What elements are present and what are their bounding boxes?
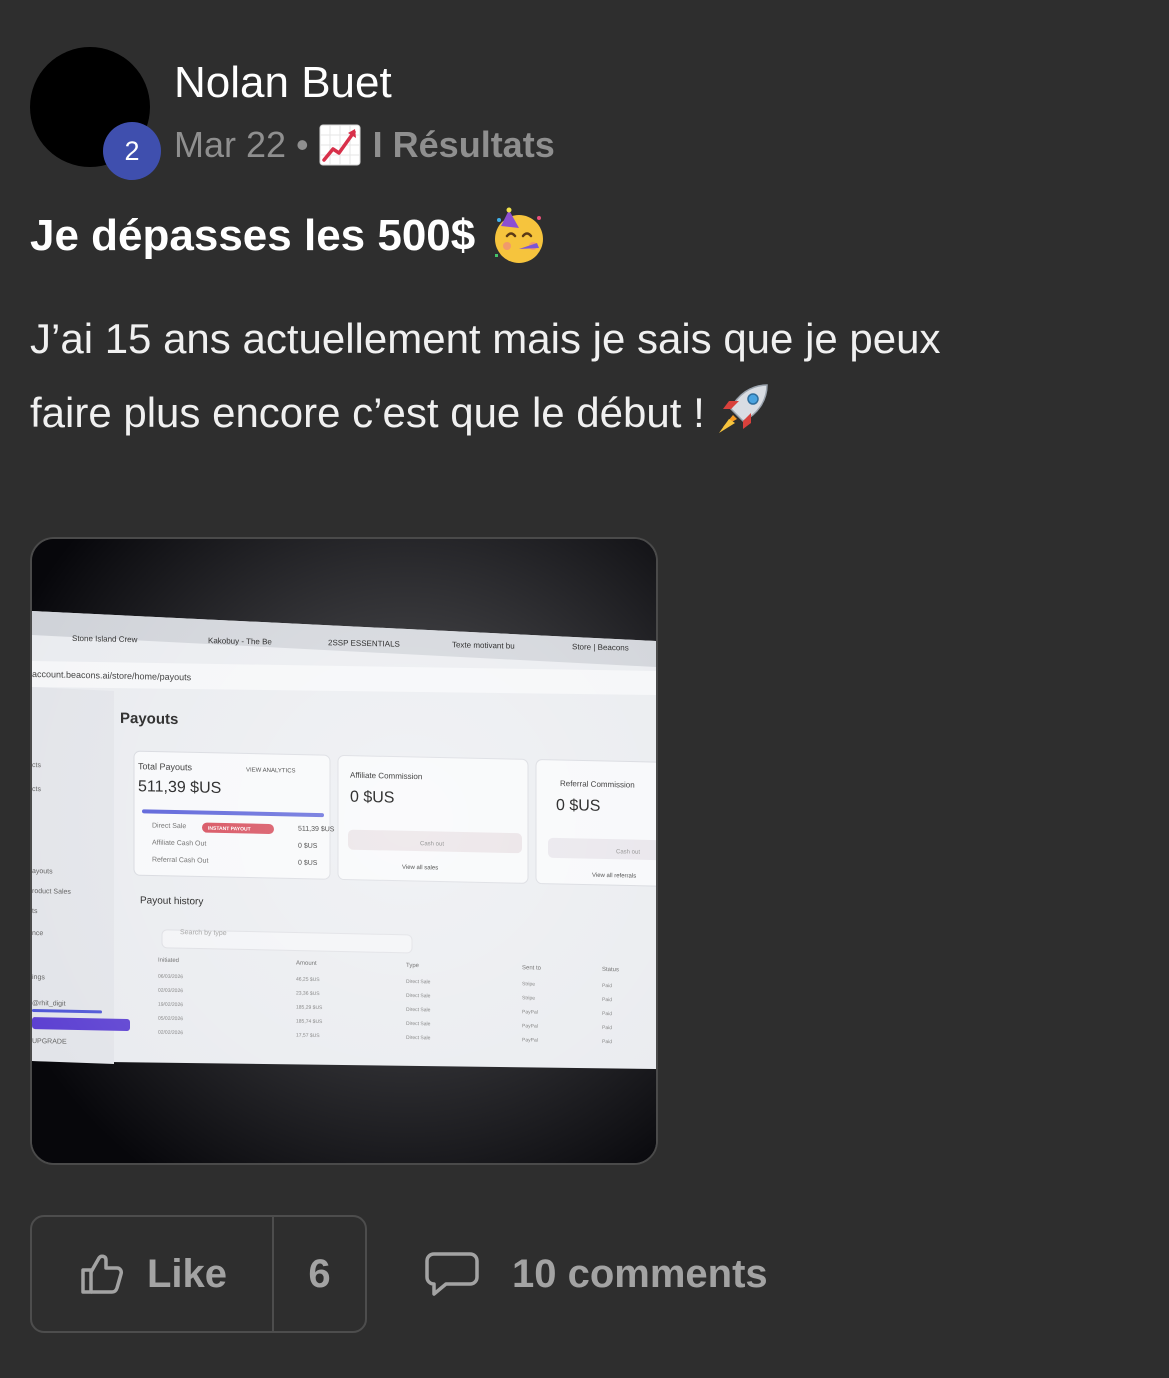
- photo-breakdown-label: Direct Sale: [152, 823, 186, 831]
- screenshot-photo: Stone Island Crew Kakobuy - The Be 2SSP ES…: [32, 539, 656, 1163]
- photo-sidebar-item: nce: [32, 930, 43, 937]
- thumbs-up-icon: [81, 1254, 123, 1294]
- photo-history-column: Initiated: [158, 958, 179, 964]
- photo-breakdown-value: 511,39 $US: [298, 826, 335, 834]
- comments-label: 10 comments: [512, 1251, 768, 1296]
- photo-history-cell: PayPal: [522, 1037, 538, 1043]
- photo-history-column: Type: [406, 963, 420, 969]
- photo-sidebar-item: cts: [32, 786, 41, 793]
- community-post: 2 Nolan Buet Mar 22 • I Résultats Je dép…: [0, 0, 1169, 1378]
- photo-history-cell: Paid: [602, 997, 612, 1003]
- photo-history-cell: PayPal: [522, 1023, 538, 1029]
- browser-tab-label: 2SSP ESSENTIALS: [328, 638, 400, 649]
- photo-affiliate-label: Affiliate Commission: [350, 771, 422, 782]
- photo-history-cell: 185,74 $US: [296, 1019, 323, 1026]
- photo-cashout-button: Cash out: [420, 841, 444, 848]
- partying-face-icon: [495, 207, 544, 263]
- photo-history-cell: Paid: [602, 1011, 612, 1017]
- level-badge: 2: [103, 122, 161, 180]
- photo-history-column: Sent to: [522, 965, 542, 971]
- photo-history-cell: 185,29 $US: [296, 1005, 323, 1012]
- photo-history-column: Status: [602, 967, 619, 973]
- browser-tab-label: Stone Island Crew: [72, 634, 138, 644]
- photo-history-cell: 23,36 $US: [296, 991, 320, 998]
- photo-history-cell: 46,25 $US: [296, 977, 320, 984]
- photo-history-cell: 02/03/2026: [158, 988, 183, 995]
- photo-history-cell: Direct Sale: [406, 993, 431, 1000]
- meta-separator: •: [296, 124, 309, 165]
- rocket-icon: [718, 384, 768, 433]
- photo-history-cell: Direct Sale: [406, 979, 431, 986]
- photo-affiliate-value: 0 $US: [350, 789, 394, 807]
- photo-sidebar-item: UPGRADE: [32, 1038, 67, 1046]
- photo-breakdown-label: Referral Cash Out: [152, 857, 208, 865]
- photo-history-cell: 19/02/2026: [158, 1002, 183, 1009]
- post-date[interactable]: Mar 22: [174, 124, 286, 166]
- photo-cashout-button-2: Cash out: [616, 849, 640, 856]
- photo-history-cell: 17,57 $US: [296, 1033, 320, 1040]
- photo-sidebar-item: ings: [32, 974, 45, 981]
- photo-referral-label: Referral Commission: [560, 779, 635, 790]
- like-group: Like 6: [30, 1215, 367, 1333]
- photo-sidebar-item: ayouts: [32, 868, 53, 875]
- photo-view-analytics: VIEW ANALYTICS: [246, 767, 296, 774]
- post-category[interactable]: I Résultats: [373, 124, 555, 166]
- post-title: Je dépasses les 500$: [30, 206, 549, 266]
- browser-tab-label: Kakobuy - The Be: [208, 636, 272, 646]
- comment-bubble-icon: [425, 1252, 479, 1296]
- photo-history-cell: 05/02/2026: [158, 1016, 183, 1023]
- author-name[interactable]: Nolan Buet: [174, 58, 392, 108]
- photo-referral-value: 0 $US: [556, 797, 600, 815]
- browser-tab-label: Texte motivant bu: [452, 640, 515, 650]
- browser-tab-label: Store | Beacons: [572, 642, 629, 652]
- chart-increasing-icon: [319, 124, 361, 166]
- photo-history-cell: PayPal: [522, 1009, 538, 1015]
- photo-total-value: 511,39 $US: [138, 778, 221, 797]
- photo-breakdown-value: 0 $US: [298, 843, 318, 850]
- photo-history-cell: Stripe: [522, 995, 535, 1001]
- photo-sidebar-item: roduct Sales: [32, 888, 71, 896]
- photo-history-column: Amount: [296, 961, 317, 967]
- photo-history-search: Search by type: [180, 929, 227, 937]
- photo-page-title: Payouts: [120, 710, 178, 728]
- post-body-text: faire plus encore c’est que le début !: [30, 389, 705, 436]
- photo-history-cell: Paid: [602, 983, 612, 989]
- photo-breakdown-value: 0 $US: [298, 860, 318, 867]
- photo-history-cell: 06/03/2026: [158, 974, 183, 981]
- post-meta: Mar 22 • I Résultats: [174, 124, 555, 166]
- photo-sidebar-item: ts: [32, 908, 38, 915]
- like-label: Like: [146, 1251, 228, 1296]
- post-body: J’ai 15 ans actuellement mais je sais qu…: [30, 302, 1130, 450]
- photo-sidebar-item: @rhit_digit: [32, 1000, 66, 1008]
- photo-breakdown-label: Affiliate Cash Out: [152, 840, 206, 848]
- comments-button[interactable]: 10 comments: [424, 1215, 768, 1333]
- photo-sidebar-item: cts: [32, 762, 41, 769]
- post-title-text: Je dépasses les 500$: [30, 211, 476, 260]
- photo-total-label: Total Payouts: [138, 761, 193, 772]
- photo-history-cell: Stripe: [522, 981, 535, 987]
- post-body-line-2: faire plus encore c’est que le début !: [30, 376, 1130, 450]
- photo-instant-badge: INSTANT PAYOUT: [208, 826, 251, 833]
- photo-history-cell: Direct Sale: [406, 1007, 431, 1014]
- photo-history-title: Payout history: [140, 895, 203, 907]
- photo-history-cell: Direct Sale: [406, 1035, 431, 1042]
- photo-history-cell: Paid: [602, 1039, 612, 1045]
- photo-view-referrals: View all referrals: [592, 873, 636, 880]
- attachment-image[interactable]: Stone Island Crew Kakobuy - The Be 2SSP ES…: [30, 537, 658, 1165]
- like-button[interactable]: Like: [32, 1217, 274, 1331]
- photo-history-cell: 02/02/2026: [158, 1030, 183, 1037]
- post-body-line: J’ai 15 ans actuellement mais je sais qu…: [30, 315, 941, 362]
- photo-history-cell: Paid: [602, 1025, 612, 1031]
- like-count[interactable]: 6: [274, 1217, 365, 1331]
- photo-view-sales: View all sales: [402, 865, 438, 872]
- photo-history-cell: Direct Sale: [406, 1021, 431, 1028]
